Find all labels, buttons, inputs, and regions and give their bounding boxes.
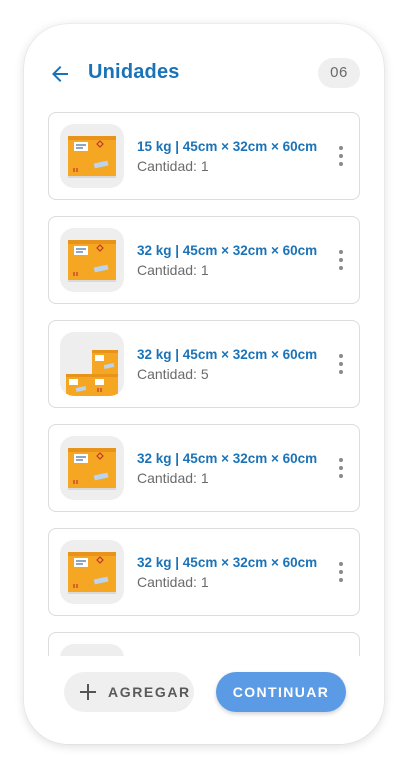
unit-card[interactable]: 15 kg | 45cm × 32cm × 60cm Cantidad: 1: [48, 112, 360, 200]
unit-card[interactable]: 32 kg | 45cm × 32cm × 60cm Cantidad: 1: [48, 424, 360, 512]
unit-card[interactable]: 32 kg | 45cm × 32cm × 60cm Cantidad: 1: [48, 528, 360, 616]
unit-thumbnail: [60, 124, 124, 188]
single-box-icon: [68, 448, 116, 490]
unit-dimensions: 32 kg | 45cm × 32cm × 60cm: [137, 347, 318, 362]
continue-button-label: CONTINUAR: [232, 684, 330, 700]
page-title: Unidades: [88, 61, 180, 83]
more-options-icon[interactable]: [331, 560, 351, 584]
unit-count-badge: 06: [318, 58, 360, 88]
unit-list: 15 kg | 45cm × 32cm × 60cm Cantidad: 1 3…: [48, 112, 360, 680]
add-button-label: AGREGAR: [108, 684, 191, 700]
more-options-icon[interactable]: [331, 144, 351, 168]
unit-quantity: Cantidad: 1: [137, 470, 209, 486]
phone-frame: Unidades 06 15 kg | 45cm × 32cm × 60cm C…: [24, 24, 384, 744]
more-options-icon[interactable]: [331, 248, 351, 272]
unit-dimensions: 32 kg | 45cm × 32cm × 60cm: [137, 451, 318, 466]
single-box-icon: [68, 552, 116, 594]
unit-dimensions: 32 kg | 45cm × 32cm × 60cm: [137, 555, 318, 570]
back-arrow-icon[interactable]: [48, 62, 72, 86]
unit-dimensions: 15 kg | 45cm × 32cm × 60cm: [137, 139, 318, 154]
unit-quantity: Cantidad: 1: [137, 262, 209, 278]
unit-thumbnail: [60, 332, 124, 396]
single-box-icon: [68, 136, 116, 178]
unit-quantity: Cantidad: 1: [137, 158, 209, 174]
unit-thumbnail: [60, 436, 124, 500]
more-options-icon[interactable]: [331, 352, 351, 376]
unit-quantity: Cantidad: 1: [137, 574, 209, 590]
plus-icon: [80, 684, 96, 700]
app-header: Unidades 06: [24, 24, 384, 120]
unit-thumbnail: [60, 540, 124, 604]
multiple-boxes-icon: [66, 350, 118, 396]
unit-card[interactable]: 32 kg | 45cm × 32cm × 60cm Cantidad: 5: [48, 320, 360, 408]
unit-card[interactable]: 32 kg | 45cm × 32cm × 60cm Cantidad: 1: [48, 216, 360, 304]
action-bar: AGREGAR CONTINUAR: [24, 656, 384, 744]
unit-dimensions: 32 kg | 45cm × 32cm × 60cm: [137, 243, 318, 258]
unit-thumbnail: [60, 228, 124, 292]
unit-quantity: Cantidad: 5: [137, 366, 209, 382]
single-box-icon: [68, 240, 116, 282]
continue-button[interactable]: CONTINUAR: [216, 672, 346, 712]
more-options-icon[interactable]: [331, 456, 351, 480]
add-button[interactable]: AGREGAR: [64, 672, 194, 712]
